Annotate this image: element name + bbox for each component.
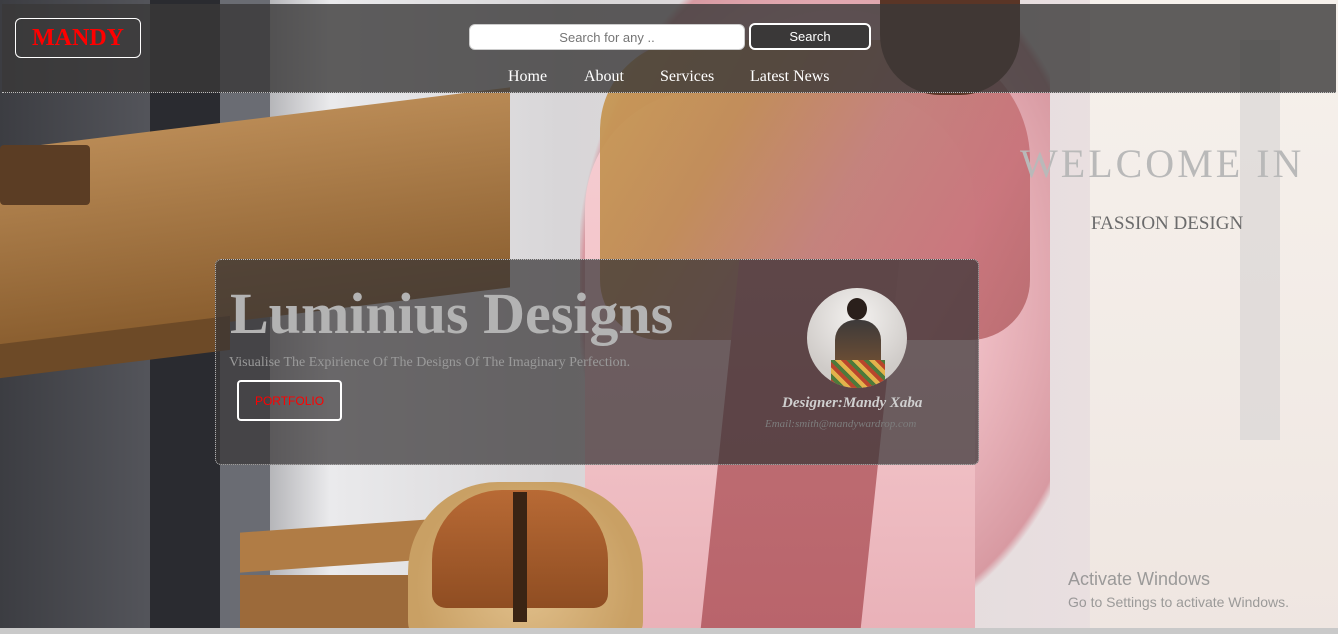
hero-title: Luminius Designs (230, 281, 674, 346)
bg-bag-zip (513, 492, 527, 622)
avatar-skirt (831, 360, 885, 388)
designer-email: Email:smith@mandywardrop.com (765, 418, 917, 430)
site-header: MANDY Search Home About Services Latest … (2, 4, 1336, 93)
search-button[interactable]: Search (749, 23, 871, 50)
search-input[interactable] (469, 24, 745, 50)
bg-cup (0, 145, 90, 205)
logo[interactable]: MANDY (15, 18, 141, 58)
nav-about[interactable]: About (584, 68, 624, 86)
hero-tagline: Visualise The Expirience Of The Designs … (229, 355, 631, 370)
activate-windows-subtitle: Go to Settings to activate Windows. (1068, 594, 1289, 610)
nav-services[interactable]: Services (660, 68, 714, 86)
activate-windows-title: Activate Windows (1068, 569, 1211, 589)
designer-avatar (807, 288, 907, 388)
bg-window-bar (1240, 40, 1280, 440)
designer-name: Designer:Mandy Xaba (782, 395, 923, 411)
welcome-title: WELCOME IN (1020, 141, 1305, 186)
welcome-subtitle: FASSION DESIGN (1091, 213, 1244, 234)
horizontal-scrollbar[interactable] (0, 628, 1338, 634)
avatar-head (847, 298, 867, 320)
hero-card: Luminius Designs Visualise The Expirienc… (215, 259, 979, 465)
nav-home[interactable]: Home (508, 68, 547, 86)
main-nav: Home About Services Latest News (2, 68, 1336, 88)
nav-latest-news[interactable]: Latest News (750, 68, 830, 86)
bg-window (1090, 0, 1338, 634)
portfolio-button[interactable]: PORTFOLIO (237, 380, 342, 421)
